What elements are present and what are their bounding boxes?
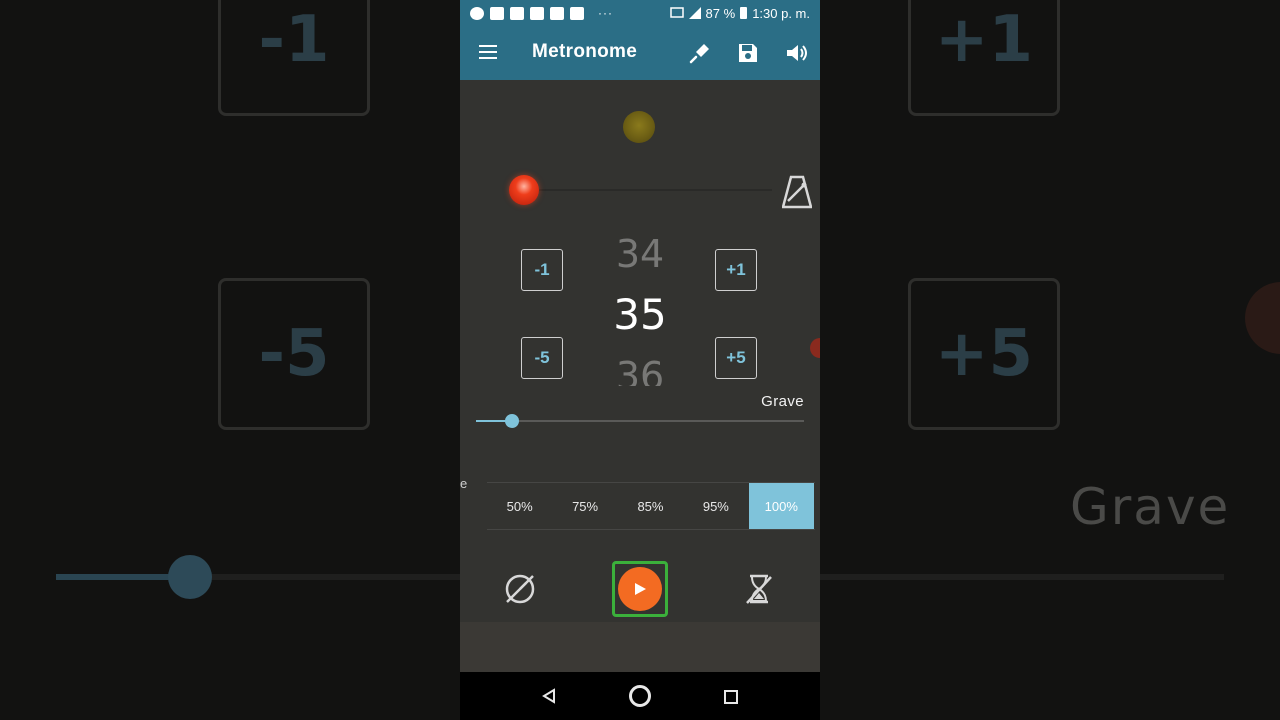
recent-apps-icon[interactable]: [724, 690, 738, 704]
cut-off-label: e: [460, 476, 468, 491]
chat-icon: [470, 6, 484, 20]
tempo-slider-track[interactable]: [476, 420, 804, 422]
tempo-name-label: Grave: [761, 393, 804, 410]
phone-screen: ··· 87 % 1:30 p. m. Metronome -1 +1 -5 +…: [460, 0, 820, 720]
bg-plus-one: +1: [908, 0, 1060, 116]
menu-icon[interactable]: [479, 45, 497, 59]
play-button[interactable]: [618, 567, 662, 611]
bottom-panel: [460, 622, 820, 672]
percent-option[interactable]: 95%: [683, 483, 748, 529]
minus-one-button[interactable]: -1: [521, 249, 563, 291]
clock: 1:30 p. m.: [752, 5, 810, 21]
facebook-icon: [490, 6, 504, 20]
percent-option[interactable]: 100%: [748, 483, 814, 529]
screen: -1 +1 -5 +5 Grave ··· 87 % 1:30 p. m. Me…: [0, 0, 1280, 720]
youtube-icon: [530, 6, 544, 20]
volume-icon[interactable]: [783, 40, 809, 66]
tempo-percentage-selector: 50% 75% 85% 95% 100%: [487, 482, 815, 530]
bg-minus-one: -1: [218, 0, 370, 116]
bpm-next[interactable]: 36: [590, 354, 690, 386]
minus-five-button[interactable]: -5: [521, 337, 563, 379]
battery-icon: [740, 7, 748, 19]
percent-option[interactable]: 75%: [552, 483, 617, 529]
bg-red-dot: [1245, 282, 1280, 354]
plus-one-button[interactable]: +1: [715, 249, 757, 291]
more-notifications: ···: [598, 6, 613, 20]
home-icon[interactable]: [629, 685, 651, 707]
edge-indicator-dot: [810, 338, 820, 358]
percent-option[interactable]: 85%: [618, 483, 683, 529]
signal-icon: [688, 7, 701, 19]
percent-option[interactable]: 50%: [487, 483, 552, 529]
bg-slider-knob: [168, 555, 212, 599]
beat-indicator-light: [623, 111, 655, 143]
tempo-slider-knob[interactable]: [505, 414, 520, 428]
youtube-icon: [550, 6, 564, 20]
notification-icons: [470, 6, 584, 20]
save-icon[interactable]: [735, 40, 761, 66]
video-icon: [570, 6, 584, 20]
count-in-disabled-icon[interactable]: [503, 572, 537, 606]
tuning-fork-icon[interactable]: [687, 40, 713, 66]
bg-minus-five: -5: [218, 278, 370, 430]
battery-percent: 87 %: [705, 5, 736, 21]
status-bar: ··· 87 % 1:30 p. m.: [460, 0, 820, 26]
navigation-bar: [460, 672, 820, 720]
facebook-icon: [510, 6, 524, 20]
bpm-current: 35: [613, 290, 667, 339]
back-icon[interactable]: [542, 688, 556, 704]
timer-disabled-icon[interactable]: [742, 572, 776, 606]
app-bar: Metronome: [460, 26, 820, 80]
cast-icon: [669, 7, 684, 18]
bpm-previous[interactable]: 34: [590, 234, 690, 276]
play-icon: [635, 583, 646, 595]
bg-plus-five: +5: [908, 278, 1060, 430]
pendulum-ball: [509, 175, 539, 205]
metronome-icon[interactable]: [782, 175, 812, 209]
pendulum-track: [522, 189, 772, 191]
bg-tempo-name: Grave: [1070, 478, 1231, 536]
plus-five-button[interactable]: +5: [715, 337, 757, 379]
play-button-focus[interactable]: [612, 561, 668, 617]
app-title: Metronome: [532, 41, 638, 62]
bpm-picker[interactable]: 34 35 36: [590, 234, 690, 386]
